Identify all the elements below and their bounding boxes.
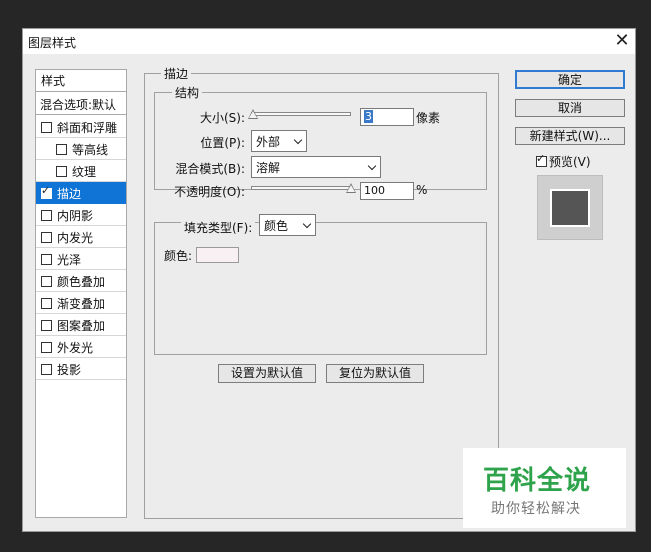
style-item[interactable]: 颜色叠加 [36, 270, 126, 292]
size-slider-thumb[interactable] [248, 109, 258, 119]
blend-mode-value: 溶解 [256, 161, 281, 175]
watermark: 百科全说 助你轻松解决 [463, 448, 626, 528]
checkbox[interactable] [41, 122, 52, 133]
watermark-subtitle: 助你轻松解决 [491, 501, 581, 517]
style-item-label: 描边 [57, 187, 82, 201]
blend-options-item[interactable]: 混合选项:默认 [36, 93, 126, 115]
style-item-label: 颜色叠加 [57, 275, 106, 289]
structure-title: 结构 [172, 84, 203, 101]
position-select[interactable]: 外部 [251, 130, 307, 152]
style-item[interactable]: 光泽 [36, 248, 126, 270]
fill-type-value: 颜色 [264, 219, 289, 233]
style-item-label: 斜面和浮雕 [57, 121, 118, 135]
style-item-label: 投影 [57, 363, 82, 377]
style-item[interactable]: 斜面和浮雕 [36, 116, 126, 138]
position-label: 位置(P): [200, 136, 245, 150]
check-icon: ✓ [41, 184, 51, 197]
checkbox[interactable] [41, 320, 52, 331]
size-input[interactable]: 3 [360, 108, 414, 126]
preview-label: 预览(V) [549, 155, 591, 169]
preview-box [537, 175, 603, 240]
close-icon[interactable]: ✕ [611, 30, 633, 52]
blend-mode-select[interactable]: 溶解 [251, 156, 381, 178]
blend-mode-label: 混合模式(B): [175, 162, 245, 176]
fill-type-select[interactable]: 颜色 [259, 214, 316, 236]
style-item-label: 图案叠加 [57, 319, 106, 333]
style-item[interactable]: ✓ 描边 [36, 182, 126, 204]
ok-button[interactable]: 确定 [515, 70, 625, 89]
fill-type-label: 填充类型(F): [181, 219, 256, 236]
size-value: 3 [364, 110, 373, 123]
checkbox[interactable] [41, 298, 52, 309]
preview-check: ✓ [536, 152, 547, 167]
opacity-slider-track[interactable] [251, 186, 351, 190]
style-item-label: 等高线 [72, 143, 109, 157]
chevron-down-icon [367, 161, 377, 171]
title-bar: 图层样式 ✕ [23, 29, 635, 54]
position-value: 外部 [256, 135, 281, 149]
check-icon: ✓ [536, 152, 546, 165]
chevron-down-icon [293, 135, 303, 145]
stroke-section-title: 描边 [161, 65, 192, 82]
set-default-button[interactable]: 设置为默认值 [218, 364, 316, 383]
size-label: 大小(S): [199, 111, 245, 125]
chevron-down-icon [302, 219, 312, 229]
style-item-label: 内阴影 [57, 209, 94, 223]
dialog-title: 图层样式 [28, 36, 77, 50]
checkbox[interactable] [41, 364, 52, 375]
style-item[interactable]: 投影 [36, 358, 126, 380]
opacity-input[interactable]: 100 [360, 182, 414, 200]
checkbox[interactable] [41, 210, 52, 221]
cancel-button[interactable]: 取消 [515, 99, 625, 117]
opacity-label: 不透明度(O): [174, 185, 245, 199]
checkbox[interactable] [56, 166, 67, 177]
reset-default-button[interactable]: 复位为默认值 [326, 364, 424, 383]
checkbox[interactable] [41, 342, 52, 353]
style-item-label: 纹理 [72, 165, 97, 179]
color-label: 颜色: [164, 249, 193, 263]
style-item[interactable]: 等高线 [36, 138, 126, 160]
style-item-label: 外发光 [57, 341, 94, 355]
checkbox[interactable] [56, 144, 67, 155]
size-slider-track[interactable] [251, 112, 351, 116]
opacity-unit: % [416, 183, 428, 197]
style-item[interactable]: 内发光 [36, 226, 126, 248]
preview-checkbox[interactable]: ✓ 预览(V) [536, 153, 591, 170]
fill-type-group [154, 222, 487, 355]
style-list-header[interactable]: 样式 [36, 70, 126, 92]
checkbox[interactable]: ✓ [41, 184, 52, 199]
opacity-slider-thumb[interactable] [346, 183, 356, 193]
style-item[interactable]: 纹理 [36, 160, 126, 182]
checkbox[interactable] [41, 232, 52, 243]
size-unit: 像素 [416, 111, 441, 125]
style-item[interactable]: 外发光 [36, 336, 126, 358]
style-item[interactable]: 渐变叠加 [36, 292, 126, 314]
new-style-button[interactable]: 新建样式(W)... [515, 127, 625, 145]
watermark-title: 百科全说 [483, 466, 592, 496]
style-item[interactable]: 图案叠加 [36, 314, 126, 336]
style-item-label: 内发光 [57, 231, 94, 245]
checkbox[interactable] [41, 254, 52, 265]
style-list: 样式 混合选项:默认 斜面和浮雕等高线纹理 ✓ 描边内阴影内发光光泽颜色叠加渐变叠加… [35, 69, 127, 518]
checkbox[interactable] [41, 276, 52, 287]
style-item-label: 光泽 [57, 253, 82, 267]
style-item-label: 渐变叠加 [57, 297, 106, 311]
preview-swatch [550, 189, 590, 227]
color-swatch[interactable] [196, 247, 239, 263]
style-item[interactable]: 内阴影 [36, 204, 126, 226]
